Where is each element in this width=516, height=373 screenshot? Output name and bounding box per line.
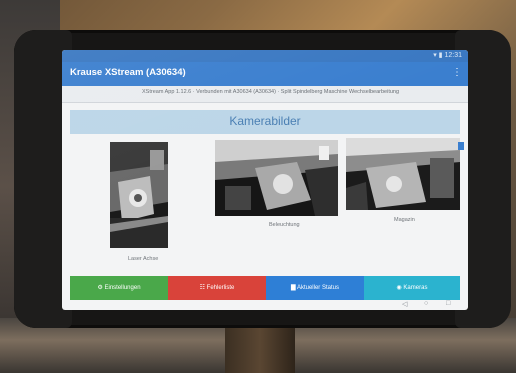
scrollbar-thumb[interactable] [458, 142, 464, 150]
tablet-screen: ▾ ▮ 12:31 Krause XStream (A30634) ⋮ XStr… [62, 50, 468, 310]
connection-info: XStream App 1.12.6 · Verbunden mit A3063… [62, 86, 468, 103]
camera-caption: Laser Achse [128, 256, 159, 262]
camera-caption: Magazin [394, 217, 415, 223]
heading-band: Kamerabilder [70, 110, 460, 134]
more-vert-icon[interactable]: ⋮ [452, 67, 462, 78]
camera-image-laser-achse[interactable] [110, 142, 168, 248]
connection-info-text: XStream App 1.12.6 · Verbunden mit A3063… [142, 89, 400, 95]
recent-apps-icon[interactable]: □ [446, 300, 450, 307]
settings-button[interactable]: ⚙ Einstellungen [70, 276, 168, 300]
cameras-button[interactable]: ◉ Kameras [364, 276, 460, 300]
error-list-button[interactable]: ☷ Fehlerliste [168, 276, 266, 300]
camera-caption: Beleuchtung [269, 222, 300, 228]
home-icon[interactable]: ○ [424, 300, 428, 307]
android-status-bar: ▾ ▮ 12:31 [62, 50, 468, 62]
page-title: Kamerabilder [229, 114, 301, 128]
action-button-bar: ⚙ Einstellungen ☷ Fehlerliste ▇ Aktuelle… [70, 276, 460, 300]
app-title: Krause XStream (A30634) [70, 67, 186, 78]
camera-image-beleuchtung[interactable] [215, 140, 338, 216]
tablet-stand [225, 325, 295, 373]
app-bar: Krause XStream (A30634) ⋮ [62, 62, 468, 86]
current-status-button[interactable]: ▇ Aktueller Status [266, 276, 364, 300]
back-icon[interactable]: ◁ [402, 300, 407, 308]
camera-image-magazin[interactable] [346, 138, 460, 210]
status-indicators: ▾ ▮ 12:31 [433, 52, 462, 59]
android-nav-bar: ◁ ○ □ [362, 300, 462, 310]
